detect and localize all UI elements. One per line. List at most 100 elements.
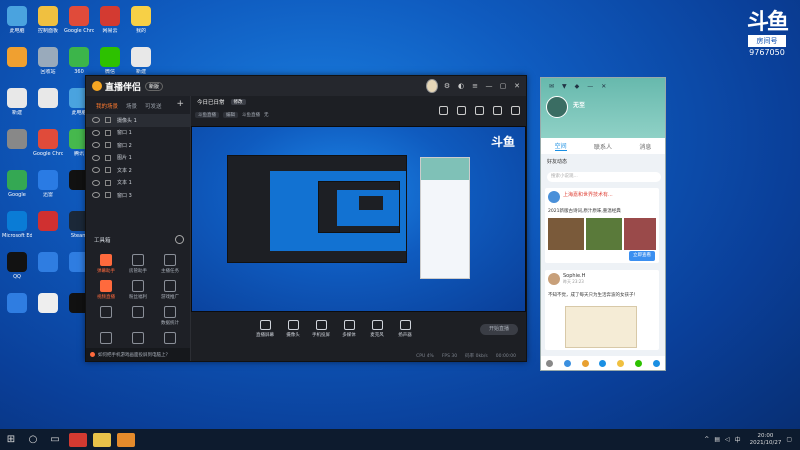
post-image[interactable] (624, 218, 656, 250)
desktop-icon[interactable] (33, 252, 63, 274)
lock-icon[interactable] (105, 167, 111, 174)
tool-button[interactable] (90, 332, 122, 346)
desktop-icon[interactable]: 我的 (126, 6, 156, 34)
shirt-icon[interactable]: ▼ (562, 83, 567, 90)
tool-button[interactable] (122, 306, 154, 326)
desktop-icon[interactable]: Google (2, 170, 32, 198)
lock-icon[interactable] (105, 117, 111, 124)
tag-pill[interactable]: 斗鱼直播 (195, 112, 219, 118)
tool-button[interactable] (122, 332, 154, 346)
search-icon[interactable]: ○ (22, 429, 44, 450)
post-image[interactable] (548, 218, 584, 250)
lock-icon[interactable] (105, 192, 111, 199)
tab-space[interactable]: 空间 (554, 141, 567, 151)
desktop-icon[interactable]: 360 (64, 47, 94, 75)
phone-cast-button[interactable]: 手机投屏 (307, 320, 335, 338)
layer-item[interactable]: 图片 1 (86, 152, 190, 165)
desktop-icon[interactable] (2, 129, 32, 151)
speaker-button[interactable]: 扬声器 (391, 320, 419, 338)
screen-capture-button[interactable]: 直播屏幕 (251, 320, 279, 338)
post-avatar[interactable] (548, 273, 560, 285)
camera-button[interactable]: 摄像头 (279, 320, 307, 338)
desktop-icon[interactable] (33, 293, 63, 315)
app-icon[interactable] (652, 359, 660, 367)
eye-icon[interactable] (92, 179, 100, 186)
mail-icon[interactable]: ✉ (549, 83, 554, 90)
settings-icon[interactable]: ⚙ (442, 82, 452, 90)
record-icon[interactable] (475, 106, 484, 115)
desktop-icon[interactable]: 控制面板 (33, 6, 63, 34)
view-now-button[interactable]: 立即查看 (629, 251, 655, 261)
minimize-icon[interactable]: — (587, 83, 593, 90)
user-avatar[interactable] (426, 79, 438, 93)
desktop-icon[interactable] (33, 211, 63, 233)
desktop-icon[interactable]: 此电脑 (2, 6, 32, 34)
ime-icon[interactable]: 中 (735, 435, 741, 444)
desktop-icon[interactable]: 新建 (126, 47, 156, 75)
lock-icon[interactable] (105, 142, 111, 149)
version-badge[interactable]: 新版 (145, 81, 164, 91)
toolbox-settings-icon[interactable] (175, 235, 184, 244)
user-avatar[interactable] (546, 96, 568, 118)
network-icon[interactable]: ▤ (714, 436, 720, 443)
layer-item[interactable]: 文本 2 (86, 164, 190, 177)
tool-button[interactable] (90, 306, 122, 326)
post-author[interactable]: 上海嘉和世界技术有... (563, 191, 613, 198)
desktop-icon[interactable] (2, 47, 32, 69)
eye-icon[interactable] (92, 117, 100, 124)
tool-button[interactable]: 数据统计 (154, 306, 186, 326)
post-image[interactable] (565, 306, 637, 348)
tool-button[interactable]: 主播任务 (154, 254, 186, 274)
layer-item[interactable]: 窗口 3 (86, 189, 190, 202)
media-button[interactable]: 多媒体 (335, 320, 363, 338)
eye-icon[interactable] (92, 129, 100, 136)
edit-title-button[interactable]: 修改 (230, 99, 246, 105)
layout-icon[interactable] (439, 106, 448, 115)
stream-preview[interactable]: 斗鱼 (191, 126, 526, 312)
tab-my-scene[interactable]: 我的场景 (96, 102, 118, 110)
tab-sendable[interactable]: 可发送 (145, 102, 162, 110)
skin-icon[interactable]: ◐ (456, 82, 466, 90)
desktop-icon[interactable]: Google Chrome (64, 6, 94, 34)
desktop-icon[interactable]: QQ (2, 252, 32, 280)
eye-icon[interactable] (92, 142, 100, 149)
layer-item[interactable]: 文本 1 (86, 177, 190, 190)
tool-button[interactable]: 房管助手 (122, 254, 154, 274)
menu-icon[interactable]: ≡ (470, 82, 480, 90)
tool-button[interactable]: 弹幕助手 (90, 254, 122, 274)
desktop-icon[interactable] (2, 293, 32, 315)
taskbar-app[interactable] (69, 432, 87, 447)
desktop-icon[interactable]: 网易云 (95, 6, 125, 34)
skin-icon[interactable]: ◆ (575, 83, 580, 90)
app-icon[interactable] (599, 359, 607, 367)
taskbar-app[interactable] (93, 432, 111, 447)
layer-item[interactable]: 窗口 1 (86, 127, 190, 140)
start-button[interactable]: ⊞ (0, 429, 22, 450)
volume-icon[interactable]: ◁ (725, 436, 730, 443)
maximize-icon[interactable]: ▢ (498, 82, 508, 90)
app-icon[interactable] (634, 359, 642, 367)
tag-pill[interactable]: 编辑 (223, 112, 238, 118)
desktop-icon[interactable]: 微信 (95, 47, 125, 75)
tab-scene[interactable]: 场景 (126, 102, 137, 110)
eye-icon[interactable] (92, 167, 100, 174)
eye-icon[interactable] (92, 192, 100, 199)
eye-icon[interactable] (92, 154, 100, 161)
layer-item[interactable]: 摄像头 1 (86, 114, 190, 127)
close-icon[interactable]: ✕ (512, 82, 522, 90)
desktop-icon[interactable]: Microsoft Edge (2, 211, 32, 239)
lock-preview-icon[interactable] (457, 106, 466, 115)
desktop-icon[interactable]: Google Chrome (33, 129, 63, 157)
tool-button[interactable] (154, 332, 186, 346)
desktop-icon[interactable]: 回收站 (33, 47, 63, 75)
lock-icon[interactable] (105, 179, 111, 186)
notification-icon[interactable]: ▢ (786, 436, 792, 443)
menu-icon[interactable] (546, 359, 554, 367)
minimize-icon[interactable]: — (484, 82, 494, 90)
lock-icon[interactable] (105, 154, 111, 161)
desktop-icon[interactable]: 新建 (2, 88, 32, 116)
feed-search-input[interactable]: 搜索小说观... (547, 172, 661, 182)
clock[interactable]: 20:00 2021/10/27 (750, 433, 782, 447)
app-icon[interactable] (581, 359, 589, 367)
start-live-button[interactable]: 开始直播 (480, 324, 518, 335)
